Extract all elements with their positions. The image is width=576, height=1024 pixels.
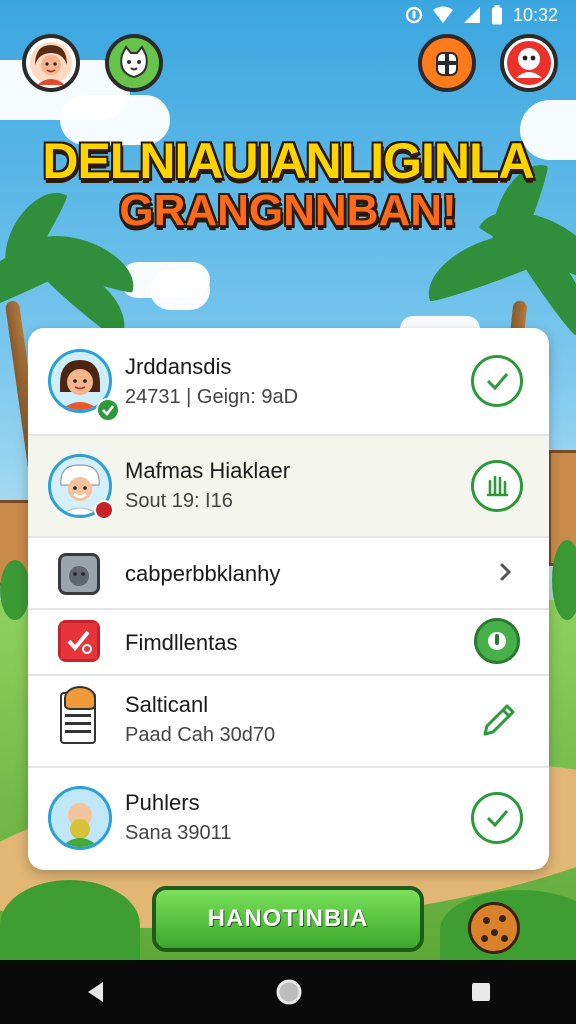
- coins-button[interactable]: [418, 34, 476, 92]
- hand-icon: [486, 475, 509, 497]
- status-time: 10:32: [512, 4, 558, 25]
- list-item-title: cabperbbklanhy: [125, 561, 281, 586]
- chevron-right-icon[interactable]: [493, 560, 517, 584]
- status-badge-icon: [94, 500, 114, 520]
- back-icon[interactable]: [83, 979, 109, 1005]
- list-item-title: Jrddansdis: [125, 354, 232, 379]
- battery-icon: [491, 5, 503, 25]
- list-item-title: Mafmas Hiaklaer: [125, 458, 291, 483]
- cat-icon: [120, 45, 148, 79]
- pencil-icon: [483, 704, 515, 736]
- player-avatar-button[interactable]: [22, 34, 80, 92]
- game-title-line-1: DELNIAUIANLIGINLA: [42, 133, 534, 189]
- pet-button[interactable]: [105, 34, 163, 92]
- interact-button[interactable]: [471, 460, 523, 512]
- power-toggle-button[interactable]: [474, 618, 520, 664]
- check-icon: [486, 373, 509, 391]
- primary-action-button[interactable]: HANOTINBIA: [152, 886, 424, 952]
- list-item[interactable]: Mafmas Hiaklaer Sout 19: I16: [28, 436, 549, 538]
- recents-icon[interactable]: [469, 980, 493, 1004]
- calendar-icon: [58, 620, 100, 662]
- edit-button[interactable]: [477, 698, 521, 742]
- system-navigation-bar: [0, 960, 576, 1024]
- home-icon[interactable]: [275, 978, 303, 1006]
- notification-icon: [405, 6, 423, 24]
- accept-button[interactable]: [471, 355, 523, 407]
- list-item-subtitle: Paad Cah 30d70: [125, 724, 276, 746]
- list-item-title: Fimdllentas: [125, 630, 238, 655]
- list-item[interactable]: Fimdllentas: [28, 610, 549, 676]
- mascot-icon: [507, 41, 551, 85]
- check-icon: [486, 810, 509, 828]
- list-item-subtitle: Sana 39011: [125, 822, 232, 844]
- player-list-panel: Jrddansdis 24731 | Geign: 9aD Mafmas Hia…: [28, 328, 549, 870]
- avatar: [48, 786, 112, 850]
- status-bar: 10:32: [405, 0, 576, 30]
- toggle-power-icon: [488, 632, 506, 650]
- confirm-button[interactable]: [471, 792, 523, 844]
- wifi-icon: [432, 6, 453, 24]
- list-item[interactable]: Salticanl Paad Cah 30d70: [28, 676, 549, 768]
- gallery-icon: [58, 553, 100, 595]
- notebook-icon: [60, 686, 96, 744]
- shop-icon: [436, 52, 458, 76]
- signal-icon: [463, 6, 481, 24]
- list-item[interactable]: cabperbbklanhy: [28, 538, 549, 610]
- list-item-title: Puhlers: [125, 790, 200, 815]
- character-button[interactable]: [500, 34, 558, 92]
- list-item-subtitle: Sout 19: I16: [125, 490, 233, 512]
- cookie-icon[interactable]: [468, 902, 520, 954]
- list-item-title: Salticanl: [125, 692, 209, 717]
- player-avatar-icon: [30, 42, 72, 85]
- game-title-line-2: GRANGNNBAN!: [119, 186, 457, 235]
- verified-badge-icon: [96, 398, 120, 422]
- list-item-subtitle: 24731 | Geign: 9aD: [125, 386, 299, 408]
- list-item[interactable]: Jrddansdis 24731 | Geign: 9aD: [28, 328, 549, 436]
- list-item[interactable]: Puhlers Sana 39011: [28, 768, 549, 870]
